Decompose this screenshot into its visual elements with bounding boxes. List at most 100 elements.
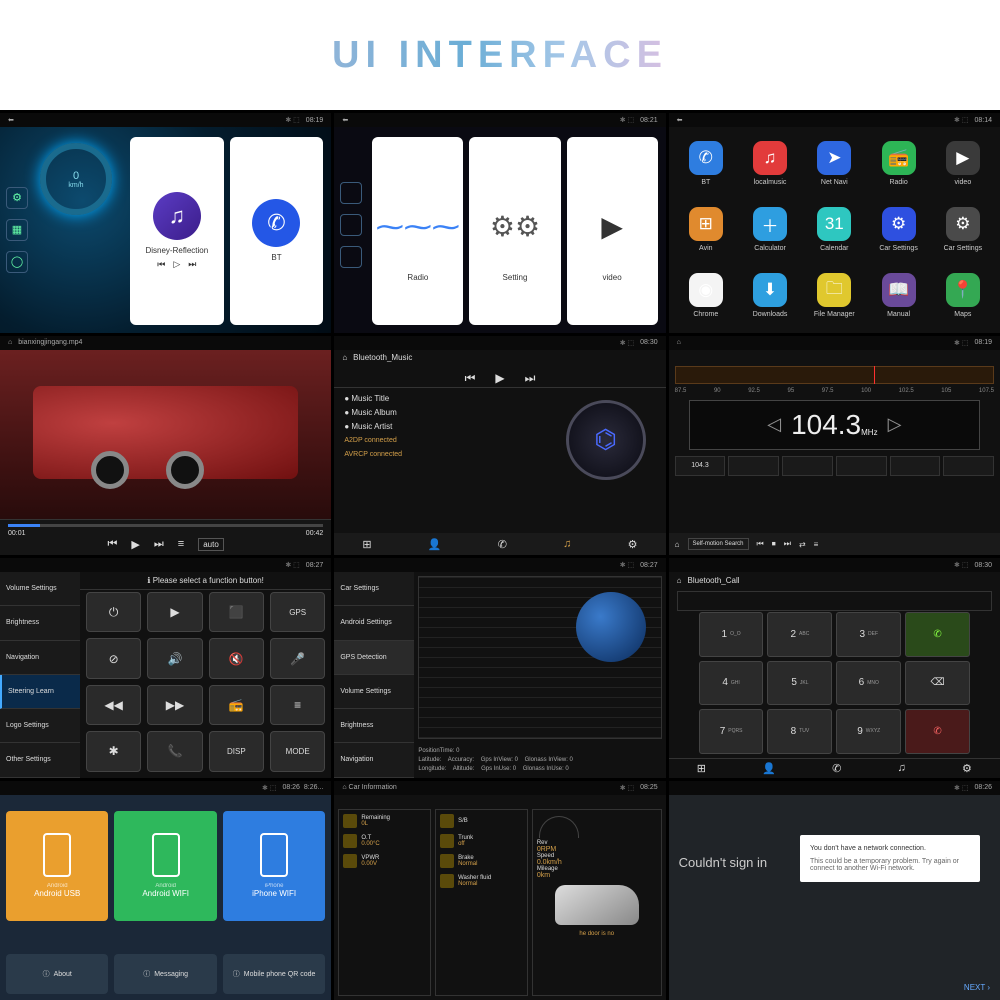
swc-button[interactable]: GPS	[270, 592, 325, 632]
next-button[interactable]: NEXT ›	[964, 983, 990, 992]
app-manual[interactable]: 📖Manual	[867, 265, 929, 327]
app-downloads[interactable]: ⬇Downloads	[739, 265, 801, 327]
menu-item[interactable]: Volume Settings	[0, 572, 80, 606]
menu-item[interactable]: Brightness	[0, 606, 80, 640]
preset-button[interactable]	[890, 456, 941, 476]
menu-item[interactable]: Car Settings	[334, 572, 414, 606]
app-car-settings[interactable]: ⚙Car Settings	[932, 199, 994, 261]
tune-up-icon[interactable]: ▷	[888, 414, 902, 435]
settings-tab[interactable]: ⚙	[628, 538, 638, 551]
dial-key[interactable]: 8TUV	[767, 709, 832, 754]
app-net-navi[interactable]: ➤Net Navi	[803, 133, 865, 195]
settings-tile[interactable]: ⚙⚙Setting	[469, 137, 560, 325]
swc-button[interactable]: ▶▶	[147, 685, 202, 725]
menu-item[interactable]: Navigation	[334, 743, 414, 777]
dial-key[interactable]: 5JKL	[767, 661, 832, 706]
next-button[interactable]: ⏭	[525, 371, 536, 386]
dialer-tab[interactable]: ⊞	[362, 538, 371, 551]
prev-button[interactable]: ⏮	[465, 371, 476, 386]
app-calendar[interactable]: 31Calendar	[803, 199, 865, 261]
history-tab[interactable]: ✆	[832, 762, 841, 775]
dial-key[interactable]: 6MNO	[836, 661, 901, 706]
preset-button[interactable]: 104.3	[675, 456, 726, 476]
play-icon[interactable]: ▷	[173, 259, 180, 270]
swc-button[interactable]: ⏻	[86, 592, 141, 632]
bottom-button[interactable]: ⓘMobile phone QR code	[223, 954, 325, 994]
tune-down-icon[interactable]: ◁	[767, 414, 781, 435]
prev-icon[interactable]: ⏮	[108, 538, 118, 551]
dial-key[interactable]: 7PQRS	[699, 709, 764, 754]
dial-key[interactable]: ⌫	[905, 661, 970, 706]
swc-button[interactable]: 📻	[209, 685, 264, 725]
app-bt[interactable]: ✆BT	[675, 133, 737, 195]
prev-icon[interactable]: ⏮	[157, 259, 165, 270]
app-radio[interactable]: 📻Radio	[867, 133, 929, 195]
dial-key[interactable]: 1O_O	[699, 612, 764, 657]
menu-item[interactable]: Volume Settings	[334, 675, 414, 709]
menu-item[interactable]: GPS Detection	[334, 641, 414, 675]
seek-bar[interactable]	[8, 524, 323, 527]
next-icon[interactable]: ⏭	[154, 538, 164, 551]
play-icon[interactable]: ▶	[131, 538, 139, 551]
dial-key[interactable]: 9WXYZ	[836, 709, 901, 754]
dialer-tab[interactable]: ⊞	[697, 762, 706, 775]
settings-icon[interactable]: ⚙	[6, 187, 28, 209]
prev-icon[interactable]: ⏮	[757, 539, 764, 549]
swc-button[interactable]: MODE	[270, 731, 325, 771]
play-button[interactable]: ▶	[495, 371, 504, 385]
auto-button[interactable]: auto	[198, 538, 224, 551]
swc-button[interactable]: 📞	[147, 731, 202, 771]
swc-button[interactable]: ⬛	[209, 592, 264, 632]
settings-icon[interactable]	[340, 182, 362, 204]
apps-icon[interactable]: ▦	[6, 219, 28, 241]
dial-key[interactable]: 2ABC	[767, 612, 832, 657]
swc-button[interactable]: ✱	[86, 731, 141, 771]
home-icon[interactable]: ⌂	[675, 540, 680, 549]
link-tile[interactable]: AndroidAndroid WIFI	[114, 811, 216, 921]
tuning-scale[interactable]	[675, 366, 994, 384]
video-tile[interactable]: ▶video	[567, 137, 658, 325]
voice-icon[interactable]: ◯	[6, 251, 28, 273]
link-tile[interactable]: iPhoneiPhone WIFI	[223, 811, 325, 921]
stop-icon[interactable]: ⏹	[772, 539, 776, 549]
voice-icon[interactable]	[340, 246, 362, 268]
menu-item[interactable]: Brightness	[334, 709, 414, 743]
menu-item[interactable]: Steering Learn	[0, 675, 80, 709]
dial-key[interactable]: 4GHI	[699, 661, 764, 706]
app-localmusic[interactable]: ♫localmusic	[739, 133, 801, 195]
bt-card[interactable]: ✆ BT	[230, 137, 324, 325]
app-maps[interactable]: 📍Maps	[932, 265, 994, 327]
preset-button[interactable]	[943, 456, 994, 476]
dial-key[interactable]: ✆	[905, 612, 970, 657]
next-icon[interactable]: ⏭	[784, 539, 791, 549]
preset-button[interactable]	[728, 456, 779, 476]
list-icon[interactable]: ≡	[178, 538, 184, 551]
apps-icon[interactable]	[340, 214, 362, 236]
preset-button[interactable]	[782, 456, 833, 476]
app-calculator[interactable]: ＋Calculator	[739, 199, 801, 261]
swc-button[interactable]: 🔊	[147, 638, 202, 678]
search-button[interactable]: Self-motion Search	[688, 538, 749, 550]
music-card[interactable]: ♫ Disney-Reflection ⏮▷⏭	[130, 137, 224, 325]
menu-item[interactable]: Navigation	[0, 641, 80, 675]
link-tile[interactable]: AndroidAndroid USB	[6, 811, 108, 921]
dial-key[interactable]: ✆	[905, 709, 970, 754]
band-icon[interactable]: ⇄	[799, 540, 806, 549]
preset-button[interactable]	[836, 456, 887, 476]
bottom-button[interactable]: ⓘAbout	[6, 954, 108, 994]
swc-button[interactable]: ≡	[270, 685, 325, 725]
music-tab[interactable]: ♫	[898, 762, 906, 774]
menu-item[interactable]: Android Settings	[334, 606, 414, 640]
next-icon[interactable]: ⏭	[188, 259, 196, 270]
home-icon[interactable]: ⌂	[677, 576, 682, 585]
app-car-settings[interactable]: ⚙Car Settings	[867, 199, 929, 261]
history-tab[interactable]: ✆	[498, 538, 507, 551]
swc-button[interactable]: ◀◀	[86, 685, 141, 725]
swc-button[interactable]: ▶	[147, 592, 202, 632]
contacts-tab[interactable]: 👤	[428, 538, 442, 551]
menu-item[interactable]: Other Settings	[0, 743, 80, 777]
app-video[interactable]: ▶video	[932, 133, 994, 195]
home-icon[interactable]: ⌂	[342, 353, 347, 362]
app-chrome[interactable]: ◉Chrome	[675, 265, 737, 327]
music-tab[interactable]: ♫	[563, 538, 571, 550]
